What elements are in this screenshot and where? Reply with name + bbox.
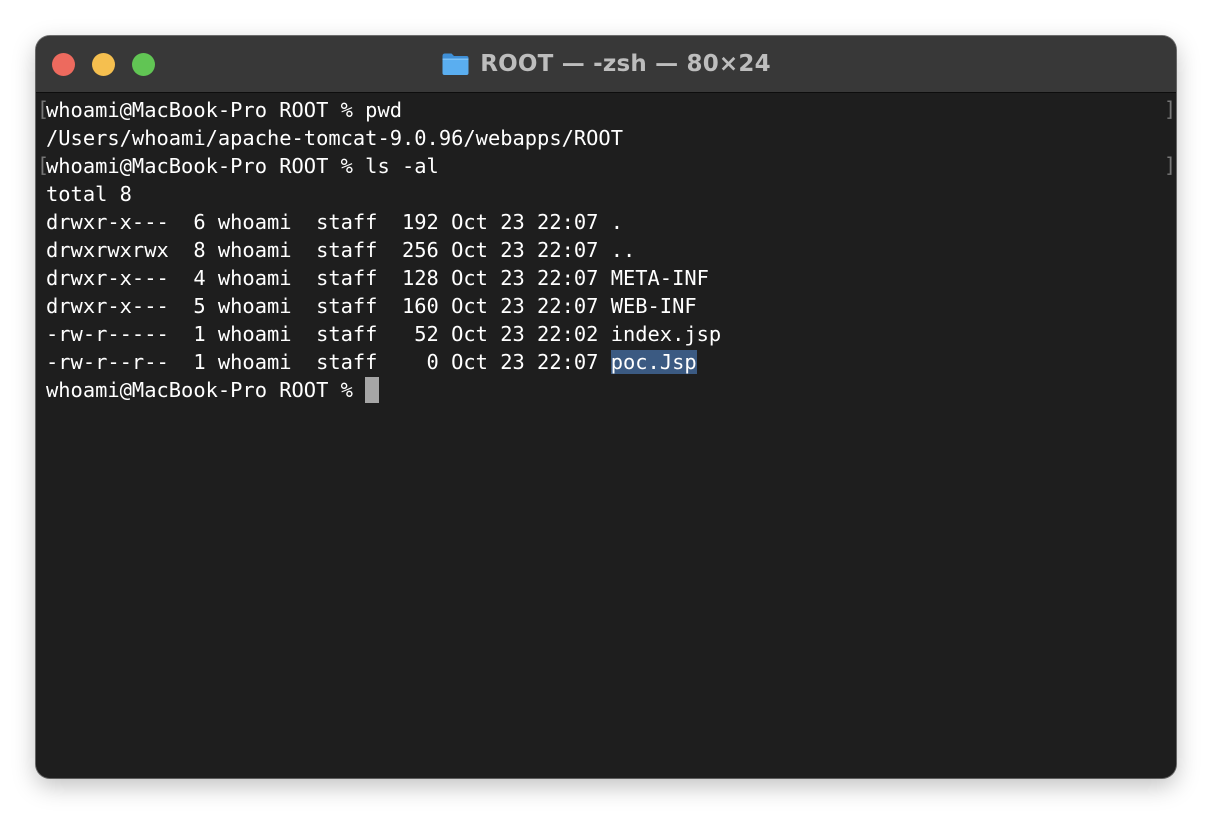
output-line: /Users/whoami/apache-tomcat-9.0.96/webap… (46, 126, 623, 150)
current-prompt: whoami@MacBook-Pro ROOT % (46, 378, 366, 402)
listing-line: -rw-r--r-- 1 whoami staff 0 Oct 23 22:07… (46, 348, 697, 376)
prompt-line: whoami@MacBook-Pro ROOT % pwd (46, 98, 403, 122)
listing-prefix: -rw-r--r-- 1 whoami staff 0 Oct 23 22:07 (46, 350, 611, 374)
prompt-line: whoami@MacBook-Pro ROOT % ls -al (46, 154, 439, 178)
text-cursor (365, 377, 380, 403)
window-title-group: ROOT — -zsh — 80×24 (36, 36, 1176, 92)
mark-bracket-right: ] (1164, 97, 1176, 121)
title-bar[interactable]: ROOT — -zsh — 80×24 (36, 36, 1176, 93)
folder-icon (441, 51, 470, 77)
terminal-window: ROOT — -zsh — 80×24 [ ] [ ] whoami@MacBo… (36, 36, 1176, 778)
terminal-content[interactable]: [ ] [ ] whoami@MacBook-Pro ROOT % pwd /U… (36, 93, 1176, 778)
output-line: total 8 (46, 182, 132, 206)
listing-line: -rw-r----- 1 whoami staff 52 Oct 23 22:0… (46, 322, 722, 346)
mark-bracket-right: ] (1164, 153, 1176, 177)
listing-line: drwxrwxrwx 8 whoami staff 256 Oct 23 22:… (46, 238, 636, 262)
listing-line: drwxr-x--- 4 whoami staff 128 Oct 23 22:… (46, 266, 709, 290)
current-prompt-line[interactable]: whoami@MacBook-Pro ROOT % (46, 376, 380, 404)
listing-line: drwxr-x--- 6 whoami staff 192 Oct 23 22:… (46, 210, 623, 234)
window-title: ROOT — -zsh — 80×24 (480, 51, 771, 77)
selected-text[interactable]: poc.Jsp (610, 350, 697, 374)
listing-line: drwxr-x--- 5 whoami staff 160 Oct 23 22:… (46, 294, 697, 318)
